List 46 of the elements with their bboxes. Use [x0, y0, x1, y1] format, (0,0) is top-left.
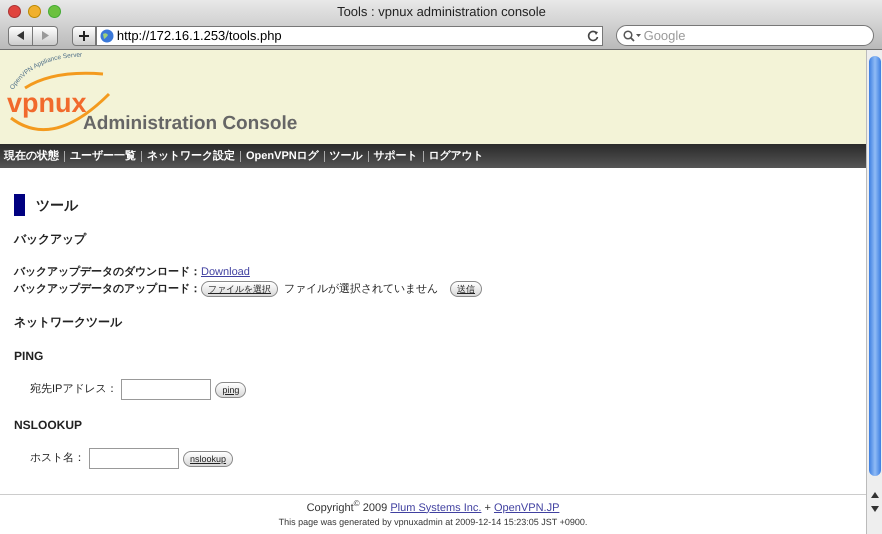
field-label: 宛先IPアドレス：: [30, 382, 118, 398]
back-button[interactable]: [8, 26, 33, 46]
nav-link[interactable]: ログアウト: [428, 148, 484, 164]
search-field[interactable]: Google: [644, 26, 867, 46]
globe-icon: [100, 28, 114, 42]
forward-arrow-icon: [41, 31, 49, 40]
field-label: ホスト名：: [30, 451, 85, 466]
nav-link[interactable]: OpenVPNログ: [246, 148, 319, 164]
tool-heading: NSLOOKUP: [14, 417, 84, 434]
download-link[interactable]: Download: [201, 264, 250, 280]
reload-icon[interactable]: [586, 30, 599, 42]
run-button[interactable]: ping: [215, 382, 246, 398]
run-button[interactable]: nslookup: [183, 450, 234, 466]
choose-file-button[interactable]: ファイルを選択: [201, 280, 278, 297]
company-link[interactable]: Plum Systems Inc.: [390, 502, 482, 514]
heading-marker: [14, 194, 25, 216]
nav-link[interactable]: サポート: [374, 148, 418, 164]
url-text: http://172.16.1.253/tools.php: [116, 26, 283, 45]
upload-label: バックアップデータのアップロード：: [14, 282, 201, 296]
scroll-up-icon[interactable]: [870, 492, 878, 498]
input-field[interactable]: [121, 379, 212, 400]
forward-button[interactable]: [33, 26, 58, 46]
submit-button[interactable]: 送信: [450, 280, 482, 297]
nav-link[interactable]: ユーザー一覧: [70, 148, 136, 164]
window-title: Tools : vpnux administration console: [337, 2, 546, 21]
nav-link[interactable]: ツール: [330, 148, 363, 164]
address-field[interactable]: http://172.16.1.253/tools.php: [96, 26, 603, 46]
nav-link[interactable]: 現在の状態: [4, 148, 59, 164]
search-icon: [622, 30, 641, 42]
search-box[interactable]: Google: [616, 25, 874, 46]
input-field[interactable]: [89, 448, 179, 469]
add-bookmark-button[interactable]: [72, 26, 96, 46]
file-status: ファイルが選択されていません: [284, 282, 438, 296]
site-link[interactable]: OpenVPN.JP: [494, 502, 560, 514]
copyright-text: Copyright$^{©}$ 2009 Plum Systems Inc. + OpenVPN.JP: [306, 500, 560, 516]
section-heading: バックアップ: [14, 231, 88, 248]
nav-link[interactable]: ネットワーク設定: [147, 148, 235, 164]
generated-note: This page was generated by vpnuxadmin at 2009-12-14 15:23:05 JST +0900.: [278, 516, 588, 529]
page-heading: ツール: [36, 196, 78, 214]
back-arrow-icon: [16, 31, 24, 40]
download-label: バックアップデータのダウンロード：: [14, 264, 201, 280]
scroll-down-icon[interactable]: [870, 506, 878, 512]
plus-icon: [78, 30, 89, 40]
tool-heading: PING: [14, 348, 44, 365]
section-heading: ネットワークツール: [14, 314, 124, 331]
close-window-icon[interactable]: [8, 5, 21, 18]
